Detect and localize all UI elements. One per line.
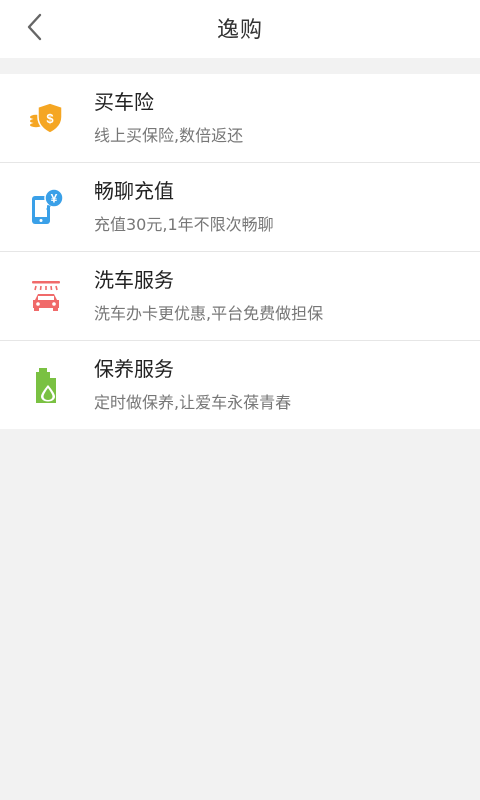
insurance-shield-icon: $ [26,98,66,138]
top-bar: 逸购 [0,0,480,58]
item-title: 畅聊充值 [94,179,174,203]
item-description: 充值30元,1年不限次畅聊 [94,215,274,234]
item-title: 保养服务 [94,357,174,381]
item-description: 洗车办卡更优惠,平台免费做担保 [94,304,324,323]
list-item-car-wash[interactable]: 洗车服务 洗车办卡更优惠,平台免费做担保 [0,252,480,341]
car-wash-icon [26,276,66,316]
list-item-maintenance[interactable]: 保养服务 定时做保养,让爱车永葆青春 [0,341,480,429]
svg-text:¥: ¥ [51,192,58,206]
oil-maintenance-icon [26,365,66,405]
list-item-recharge[interactable]: ¥ 畅聊充值 充值30元,1年不限次畅聊 [0,163,480,252]
item-title: 洗车服务 [94,268,174,292]
item-description: 线上买保险,数倍返还 [94,126,244,145]
page-title: 逸购 [216,18,263,43]
service-list: $ 买车险 线上买保险,数倍返还 ¥ 畅聊充值 充值30元,1年不限次畅聊 洗车… [0,74,480,429]
list-item-insurance[interactable]: $ 买车险 线上买保险,数倍返还 [0,74,480,163]
item-description: 定时做保养,让爱车永葆青春 [94,393,292,412]
svg-text:$: $ [46,111,54,126]
item-title: 买车险 [94,90,154,114]
phone-recharge-icon: ¥ [26,187,66,227]
